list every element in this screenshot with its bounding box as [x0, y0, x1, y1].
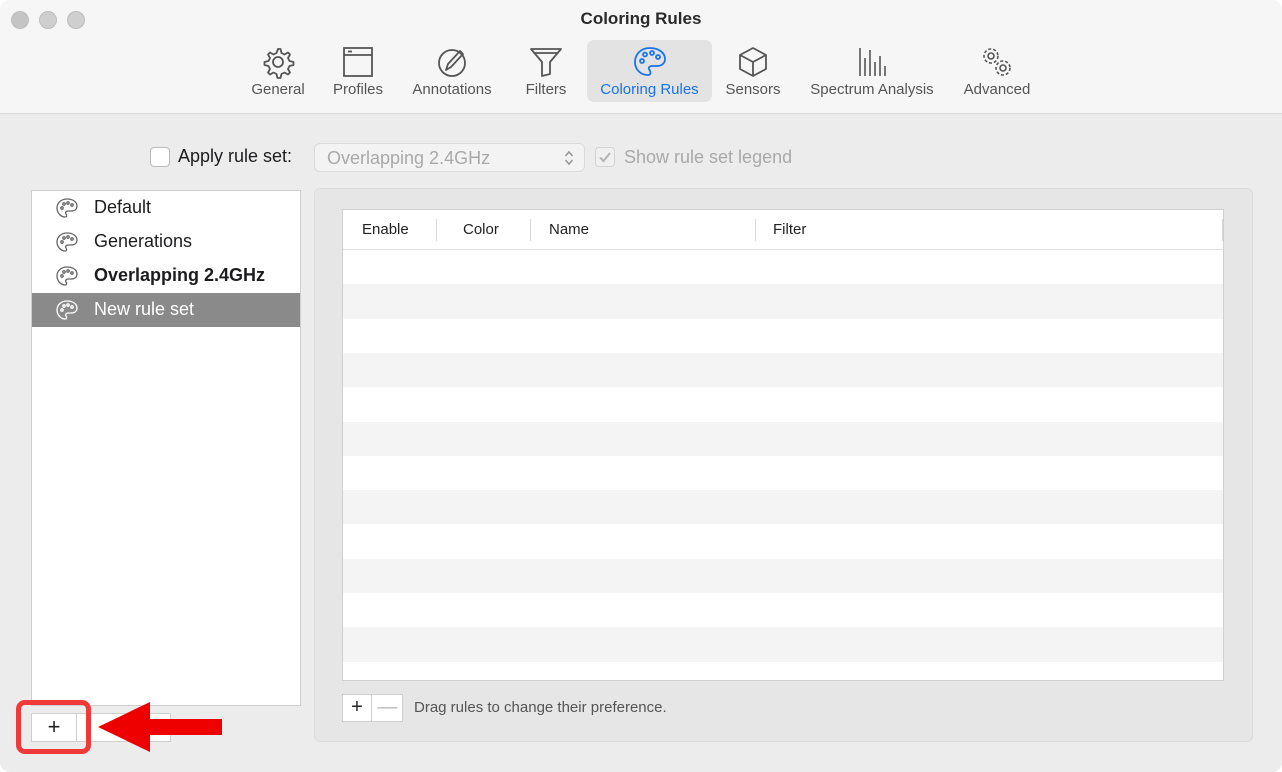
palette-icon [56, 300, 78, 320]
column-header-color[interactable]: Color [463, 221, 499, 238]
tab-general[interactable]: General [243, 40, 313, 102]
highlight-box [16, 700, 91, 754]
rule-set-popup-value: Overlapping 2.4GHz [327, 148, 491, 168]
rule-set-list: Default Generations Overlapping 2.4GHz N… [31, 190, 301, 706]
tab-label: Filters [525, 81, 567, 98]
gear-icon [263, 48, 295, 79]
tab-spectrum-analysis[interactable]: Spectrum Analysis [798, 40, 946, 102]
tab-profiles[interactable]: Profiles [323, 40, 393, 102]
pen-circle-icon [438, 49, 466, 77]
table-row [343, 490, 1223, 525]
red-arrow-icon [98, 702, 222, 752]
table-row [343, 456, 1223, 490]
checkmark-icon [599, 152, 611, 163]
gears-icon [983, 48, 1011, 76]
column-header-enable[interactable]: Enable [362, 221, 409, 238]
column-header-name[interactable]: Name [549, 221, 589, 238]
tab-label: Advanced [963, 81, 1031, 98]
table-row [343, 387, 1223, 421]
rule-set-item-new[interactable]: New rule set [32, 293, 300, 327]
funnel-icon [530, 48, 562, 77]
column-header-filter[interactable]: Filter [773, 221, 806, 238]
tab-annotations[interactable]: Annotations [403, 40, 501, 102]
rules-table: Enable Color Name Filter [342, 209, 1224, 681]
drag-hint-text: Drag rules to change their preference. [414, 699, 667, 716]
column-separator [436, 219, 437, 241]
rules-button-bar: + — [342, 694, 403, 722]
add-rule-button[interactable]: + [343, 695, 372, 721]
table-row [343, 250, 1223, 284]
rule-set-popup[interactable]: Overlapping 2.4GHz [314, 143, 585, 172]
table-row [343, 284, 1223, 319]
tab-label: Profiles [332, 81, 384, 98]
spectrum-bars-icon [859, 48, 886, 76]
column-separator [755, 219, 756, 241]
remove-rule-button[interactable]: — [373, 695, 402, 721]
cube-icon [739, 47, 767, 77]
column-separator [1222, 219, 1223, 241]
table-row [343, 558, 1223, 593]
tab-label: Sensors [725, 81, 781, 98]
toolbar: Coloring Rules General Profiles Annotati… [0, 0, 1282, 114]
table-row [343, 593, 1223, 627]
palette-icon [56, 198, 78, 218]
preferences-window: Coloring Rules General Profiles Annotati… [0, 0, 1282, 772]
tab-filters[interactable]: Filters [514, 40, 578, 102]
table-row [343, 627, 1223, 662]
table-row [343, 662, 1223, 680]
tab-coloring-rules[interactable]: Coloring Rules [587, 40, 712, 102]
rule-set-label: Generations [94, 231, 193, 251]
table-row [343, 524, 1223, 558]
rule-set-item-default[interactable]: Default [32, 191, 300, 225]
show-legend-checkbox[interactable] [595, 147, 615, 167]
tab-label: Annotations [412, 81, 492, 98]
apply-rule-set-label: Apply rule set: [178, 146, 293, 166]
tab-label: Coloring Rules [600, 81, 699, 98]
tab-advanced[interactable]: Advanced [955, 40, 1039, 102]
palette-icon [56, 232, 78, 252]
apply-rule-set-checkbox[interactable] [150, 147, 170, 167]
table-row [343, 319, 1223, 353]
show-legend-label: Show rule set legend [624, 147, 793, 167]
tab-label: General [251, 81, 305, 98]
table-header: Enable Color Name Filter [343, 210, 1223, 250]
tab-label: Spectrum Analysis [810, 81, 934, 98]
table-row [343, 421, 1223, 456]
table-row [343, 352, 1223, 388]
window-icon [343, 47, 373, 77]
rule-set-item-overlapping[interactable]: Overlapping 2.4GHz [32, 259, 300, 293]
rule-set-label: Default [94, 197, 152, 217]
rule-set-item-generations[interactable]: Generations [32, 225, 300, 259]
rule-set-label: Overlapping 2.4GHz [94, 265, 266, 285]
window-title: Coloring Rules [580, 9, 702, 28]
palette-icon [56, 266, 78, 286]
column-separator [530, 219, 531, 241]
chevron-updown-icon [564, 150, 574, 166]
rule-set-label: New rule set [94, 299, 195, 319]
palette-icon [633, 47, 666, 76]
tab-sensors[interactable]: Sensors [718, 40, 788, 102]
